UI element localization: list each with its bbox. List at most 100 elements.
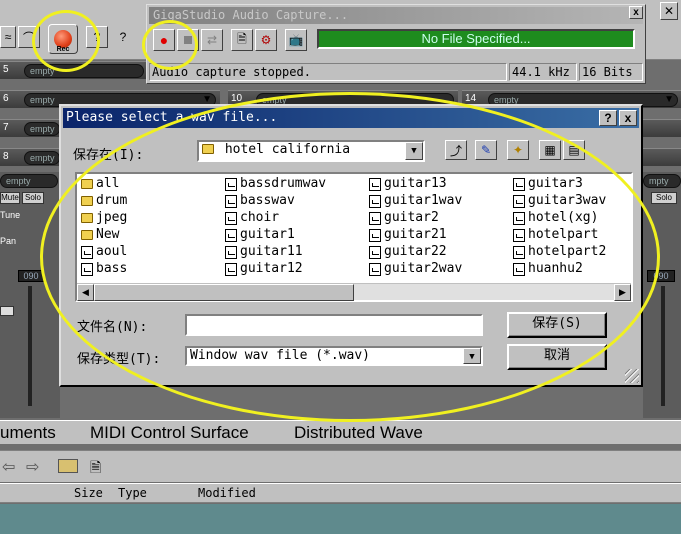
- wav-file-icon: [225, 262, 237, 276]
- filename-label: 文件名(N):: [77, 320, 148, 335]
- save-button[interactable]: 保存(S): [507, 312, 607, 338]
- details-view-button[interactable]: ▤: [563, 140, 585, 160]
- tab-midi-control-surface[interactable]: MIDI Control Surface: [90, 423, 249, 443]
- folder-icon: [81, 230, 93, 240]
- mixer-slot-label: empty: [30, 95, 55, 105]
- file-name: guitar1: [240, 227, 295, 242]
- filename-input[interactable]: [185, 314, 483, 336]
- properties-icon[interactable]: 🗎: [90, 457, 101, 481]
- folder-list-item[interactable]: drum: [81, 193, 127, 209]
- scroll-thumb[interactable]: [94, 284, 354, 301]
- scroll-right-icon[interactable]: ▶: [614, 284, 631, 301]
- file-list-item[interactable]: hotel(xg): [513, 210, 598, 226]
- scroll-left-icon[interactable]: ◀: [77, 284, 94, 301]
- resize-grip-icon[interactable]: [625, 369, 639, 383]
- tab-distributed-wave[interactable]: Distributed Wave: [294, 423, 423, 443]
- folder-list-item[interactable]: all: [81, 176, 119, 192]
- file-list-item[interactable]: guitar1wav: [369, 193, 462, 209]
- file-list-item[interactable]: guitar2wav: [369, 261, 462, 277]
- capture-loop-button[interactable]: ⇄: [201, 29, 223, 51]
- audio-capture-window: GigaStudio Audio Capture... x ● ⇄ 🗎 ⚙ 📺 …: [146, 4, 646, 84]
- record-button[interactable]: Rec: [48, 24, 78, 54]
- file-list-item[interactable]: guitar3wav: [513, 193, 606, 209]
- file-list-item[interactable]: guitar3: [513, 176, 583, 192]
- mixer-slot[interactable]: empty: [24, 122, 60, 136]
- monitor-icon: 📺: [288, 33, 304, 47]
- file-list-item[interactable]: bassdrumwav: [225, 176, 326, 192]
- new-folder-button[interactable]: ✦: [507, 140, 529, 160]
- file-list-item[interactable]: guitar2: [369, 210, 439, 226]
- file-list-item[interactable]: guitar12: [225, 261, 303, 277]
- save-in-value: hotel california: [224, 142, 351, 157]
- waveform-icon: ≈: [4, 30, 12, 44]
- file-list-item[interactable]: guitar22: [369, 244, 447, 260]
- chevron-down-icon[interactable]: ▼: [405, 142, 423, 160]
- folder-up-icon[interactable]: [58, 459, 78, 473]
- back-arrow-icon[interactable]: ⇦: [2, 457, 15, 477]
- app-close-button[interactable]: ✕: [660, 2, 678, 20]
- tab-instruments[interactable]: uments: [0, 423, 56, 443]
- file-list-item[interactable]: choir: [225, 210, 279, 226]
- wav-file-icon: [225, 211, 237, 225]
- file-name: hotelpart2: [528, 244, 607, 259]
- mute-button[interactable]: Mute: [0, 192, 20, 204]
- desktop-button[interactable]: ✎: [475, 140, 497, 160]
- cancel-button[interactable]: 取消: [507, 344, 607, 370]
- context-help-icon: ?: [119, 30, 127, 44]
- channel-slot-label: empty: [6, 176, 31, 186]
- file-list-item[interactable]: aoul: [81, 244, 127, 260]
- solo-button[interactable]: Solo: [22, 192, 44, 204]
- channel-slot[interactable]: mpty: [643, 174, 681, 188]
- filetype-dropdown[interactable]: Window wav file (*.wav) ▼: [185, 346, 483, 366]
- file-name: guitar12: [240, 261, 303, 276]
- file-list-item[interactable]: basswav: [225, 193, 295, 209]
- mixer-row-number: 8: [3, 151, 9, 162]
- chevron-down-icon[interactable]: ▼: [463, 348, 481, 364]
- help-button[interactable]: ?: [86, 26, 108, 48]
- capture-settings-button[interactable]: ⚙: [255, 29, 277, 51]
- file-list-item[interactable]: bass: [81, 261, 127, 277]
- file-name: guitar1wav: [384, 193, 463, 208]
- dialog-help-button[interactable]: ?: [599, 110, 617, 126]
- up-one-level-button[interactable]: ⤴: [445, 140, 467, 160]
- solo-button[interactable]: Solo: [651, 192, 677, 204]
- audio-capture-close-button[interactable]: x: [629, 6, 643, 19]
- bottom-tab-bar: uments MIDI Control Surface Distributed …: [0, 420, 681, 444]
- folder-list-item[interactable]: jpeg: [81, 210, 127, 226]
- column-size[interactable]: Size: [74, 486, 103, 500]
- mixer-row-number: 6: [3, 93, 9, 104]
- column-modified[interactable]: Modified: [198, 486, 256, 500]
- file-list-item[interactable]: hotelpart: [513, 227, 598, 243]
- mixer-slot[interactable]: empty: [24, 64, 144, 78]
- mixer-row-8: 8 empty: [0, 148, 60, 166]
- list-view-button[interactable]: ▦: [539, 140, 561, 160]
- folder-list-item[interactable]: New: [81, 227, 119, 243]
- file-list-item[interactable]: hotelpart2: [513, 244, 606, 260]
- file-list-item[interactable]: guitar21: [369, 227, 447, 243]
- capture-record-button[interactable]: ●: [153, 29, 175, 51]
- file-name: choir: [240, 210, 280, 225]
- dialog-close-button[interactable]: x: [619, 110, 637, 126]
- horizontal-scrollbar[interactable]: ◀ ▶: [77, 283, 631, 301]
- capture-stop-button[interactable]: [177, 29, 199, 51]
- forward-arrow-icon[interactable]: ⇨: [26, 457, 39, 477]
- toolbar-button-waveform[interactable]: ≈: [0, 26, 16, 48]
- file-name: guitar13: [384, 176, 447, 191]
- file-list-item[interactable]: guitar13: [369, 176, 447, 192]
- save-in-dropdown[interactable]: hotel california ▼: [197, 140, 425, 162]
- desktop-icon: ✎: [480, 143, 492, 157]
- toolbar-button-curve[interactable]: ⌒: [18, 26, 40, 48]
- file-list-item[interactable]: huanhu2: [513, 261, 583, 277]
- mixer-row-5: 5 empty: [0, 61, 146, 79]
- context-help-button[interactable]: ?: [112, 26, 134, 48]
- capture-file-button[interactable]: 🗎: [231, 29, 253, 51]
- file-name: bassdrumwav: [240, 176, 327, 191]
- capture-monitor-button[interactable]: 📺: [285, 29, 307, 51]
- mixer-slot[interactable]: empty: [24, 151, 60, 165]
- wav-file-icon: [513, 245, 525, 259]
- file-list-item[interactable]: guitar11: [225, 244, 303, 260]
- channel-slot[interactable]: empty: [0, 174, 58, 188]
- file-list-item[interactable]: guitar1: [225, 227, 295, 243]
- column-type[interactable]: Type: [118, 486, 147, 500]
- fader-knob[interactable]: [0, 306, 14, 316]
